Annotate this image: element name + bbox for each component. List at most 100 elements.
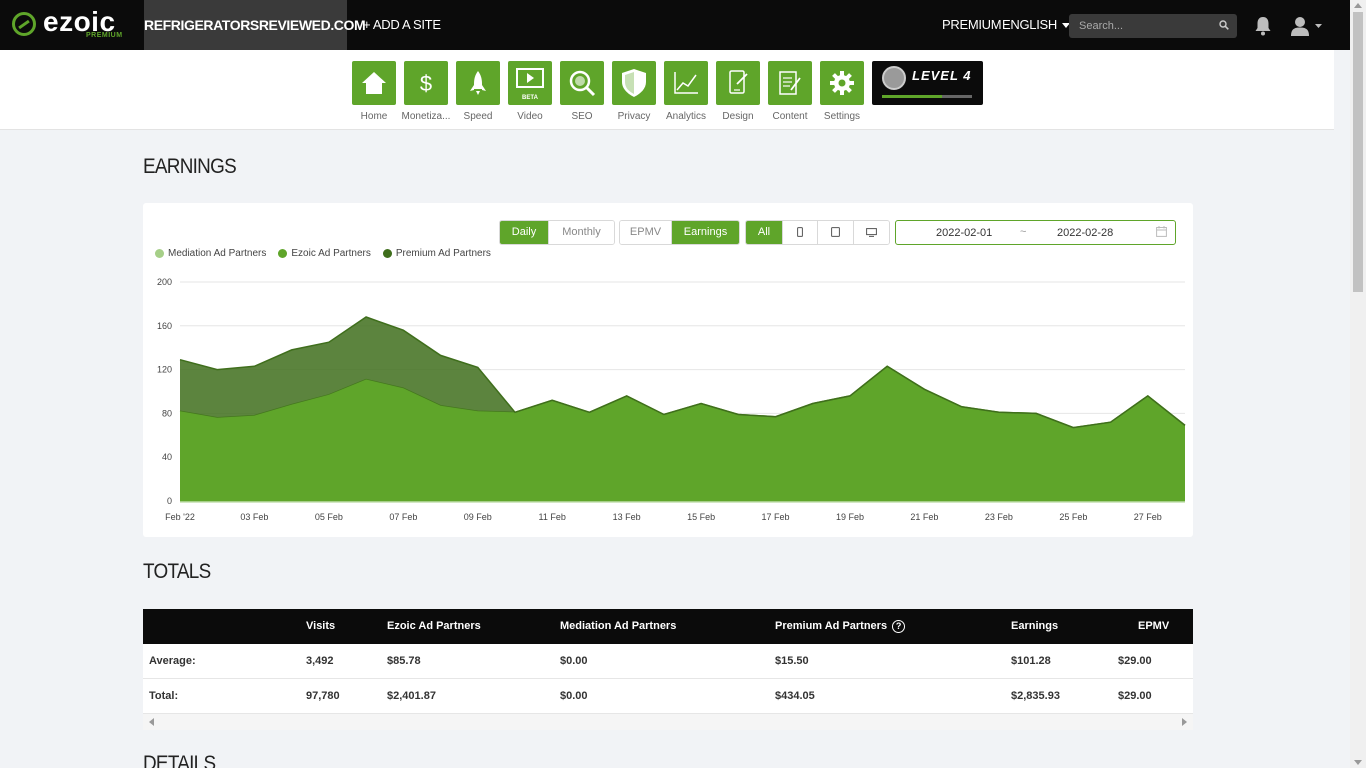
legend-item-ezoic[interactable]: Ezoic Ad Partners xyxy=(278,248,371,259)
svg-text:$: $ xyxy=(420,71,432,96)
help-question-icon[interactable]: ? xyxy=(892,619,906,633)
device-desktop-button[interactable] xyxy=(854,221,889,244)
premium-link[interactable]: PREMIUM xyxy=(942,0,1002,50)
scrollbar-thumb[interactable] xyxy=(1353,12,1363,292)
legend-label: Mediation Ad Partners xyxy=(168,248,267,259)
ezoic-logo-icon xyxy=(12,12,36,36)
chart-legend: Mediation Ad Partners Ezoic Ad Partners … xyxy=(155,248,503,259)
x-tick-label: 15 Feb xyxy=(687,512,715,522)
table-header-row: Visits Ezoic Ad Partners Mediation Ad Pa… xyxy=(143,609,1193,644)
scroll-right-arrow-icon[interactable] xyxy=(1182,718,1187,726)
x-tick-label: 13 Feb xyxy=(613,512,641,522)
date-end[interactable]: 2022-02-28 xyxy=(1057,227,1113,239)
nav-tile-content[interactable] xyxy=(768,61,812,105)
nav-item-video[interactable]: BETA Video xyxy=(508,61,552,122)
table-horizontal-scrollbar[interactable] xyxy=(143,714,1193,730)
scroll-left-arrow-icon[interactable] xyxy=(149,718,154,726)
table-cell: $0.00 xyxy=(560,690,588,702)
magnifier-icon xyxy=(569,70,596,97)
top-bar: ezoic PREMIUM REFRIGERATORSREVIEWED.COM … xyxy=(0,0,1350,50)
device-tablet-button[interactable] xyxy=(818,221,854,244)
nav-item-analytics[interactable]: Analytics xyxy=(664,61,708,122)
monthly-button[interactable]: Monthly xyxy=(549,221,614,244)
desktop-icon xyxy=(866,227,877,237)
earnings-chart-card: Daily Monthly EPMV Earnings All 2022-02-… xyxy=(143,203,1193,537)
nav-tile-privacy[interactable] xyxy=(612,61,656,105)
nav-tile-design[interactable] xyxy=(716,61,760,105)
nav-tile-speed[interactable] xyxy=(456,61,500,105)
x-tick-label: 17 Feb xyxy=(762,512,790,522)
language-label: ENGLISH xyxy=(1002,17,1057,32)
language-dropdown[interactable]: ENGLISH xyxy=(1002,0,1070,50)
legend-item-premium[interactable]: Premium Ad Partners xyxy=(382,248,491,259)
user-menu-icon[interactable] xyxy=(1290,16,1322,36)
nav-label: Settings xyxy=(823,111,861,122)
column-header-epmv: EPMV xyxy=(1138,620,1170,632)
add-site-link[interactable]: + ADD A SITE xyxy=(363,0,441,50)
avatar xyxy=(882,66,906,90)
logo-premium-label: PREMIUM xyxy=(86,32,123,39)
table-cell: $15.50 xyxy=(775,655,809,667)
date-start[interactable]: 2022-02-01 xyxy=(936,227,992,239)
nav-tile-settings[interactable] xyxy=(820,61,864,105)
level-badge[interactable]: LEVEL 4 xyxy=(872,61,983,105)
calendar-icon[interactable] xyxy=(1156,226,1167,237)
bell-icon[interactable] xyxy=(1254,16,1272,36)
shield-icon xyxy=(622,69,646,97)
site-selector-tab[interactable]: REFRIGERATORSREVIEWED.COM xyxy=(144,0,366,50)
nav-label: Video xyxy=(517,111,543,122)
nav-item-speed[interactable]: Speed xyxy=(456,61,500,122)
legend-item-mediation[interactable]: Mediation Ad Partners xyxy=(155,248,266,259)
nav-tile-seo[interactable] xyxy=(560,61,604,105)
nav-item-privacy[interactable]: Privacy xyxy=(612,61,656,122)
device-toggle: All xyxy=(745,220,890,245)
epmv-button[interactable]: EPMV xyxy=(620,221,672,244)
column-header-earnings: Earnings xyxy=(1011,620,1059,632)
nav-item-content[interactable]: Content xyxy=(768,61,812,122)
scroll-up-arrow-icon[interactable] xyxy=(1354,3,1362,8)
x-tick-label: 09 Feb xyxy=(464,512,492,522)
x-tick-label: 11 Feb xyxy=(539,512,566,522)
nav-label: SEO xyxy=(571,111,593,122)
scroll-down-arrow-icon[interactable] xyxy=(1354,760,1362,765)
video-icon xyxy=(516,68,544,88)
nav-item-settings[interactable]: Settings xyxy=(820,61,864,122)
nav-tile-monetization[interactable]: $ xyxy=(404,61,448,105)
nav-item-design[interactable]: Design xyxy=(716,61,760,122)
nav-item-home[interactable]: Home xyxy=(352,61,396,122)
device-all-button[interactable]: All xyxy=(746,221,783,244)
line-chart-icon xyxy=(674,72,698,94)
nav-label: Analytics xyxy=(665,111,706,122)
level-progress-fill xyxy=(882,95,943,98)
nav-tile-analytics[interactable] xyxy=(664,61,708,105)
search-box xyxy=(1069,14,1237,38)
legend-label: Ezoic Ad Partners xyxy=(291,248,371,259)
date-range-picker[interactable]: 2022-02-01 ~ 2022-02-28 xyxy=(895,220,1176,245)
device-mobile-button[interactable] xyxy=(783,221,818,244)
earnings-button[interactable]: Earnings xyxy=(672,221,739,244)
level-progress-bar xyxy=(882,95,972,98)
table-cell: $85.78 xyxy=(387,655,421,667)
x-tick-label: 03 Feb xyxy=(240,512,268,522)
table-cell: $29.00 xyxy=(1118,655,1152,667)
y-tick-label: 200 xyxy=(157,277,172,287)
nav-item-monetization[interactable]: $ Monetiza... xyxy=(402,61,450,122)
column-header-premium: Premium Ad Partners ? xyxy=(775,609,906,644)
nav-label: Home xyxy=(360,111,388,122)
x-tick-label: 23 Feb xyxy=(985,512,1013,522)
page-scrollbar[interactable] xyxy=(1350,0,1366,768)
legend-dot xyxy=(155,249,164,258)
y-tick-label: 120 xyxy=(157,365,172,375)
document-icon xyxy=(779,71,801,95)
column-header-visits: Visits xyxy=(306,620,336,632)
nav-tile-video[interactable]: BETA xyxy=(508,61,552,105)
y-tick-label: 40 xyxy=(162,452,172,462)
nav-item-seo[interactable]: SEO xyxy=(560,61,604,122)
nav-tile-home[interactable] xyxy=(352,61,396,105)
nav-label: Speed xyxy=(463,111,493,122)
ezoic-logo[interactable]: ezoic PREMIUM xyxy=(12,8,132,42)
search-input[interactable] xyxy=(1069,14,1214,38)
search-icon[interactable] xyxy=(1219,20,1229,30)
tablet-icon xyxy=(831,227,840,237)
daily-button[interactable]: Daily xyxy=(500,221,549,244)
